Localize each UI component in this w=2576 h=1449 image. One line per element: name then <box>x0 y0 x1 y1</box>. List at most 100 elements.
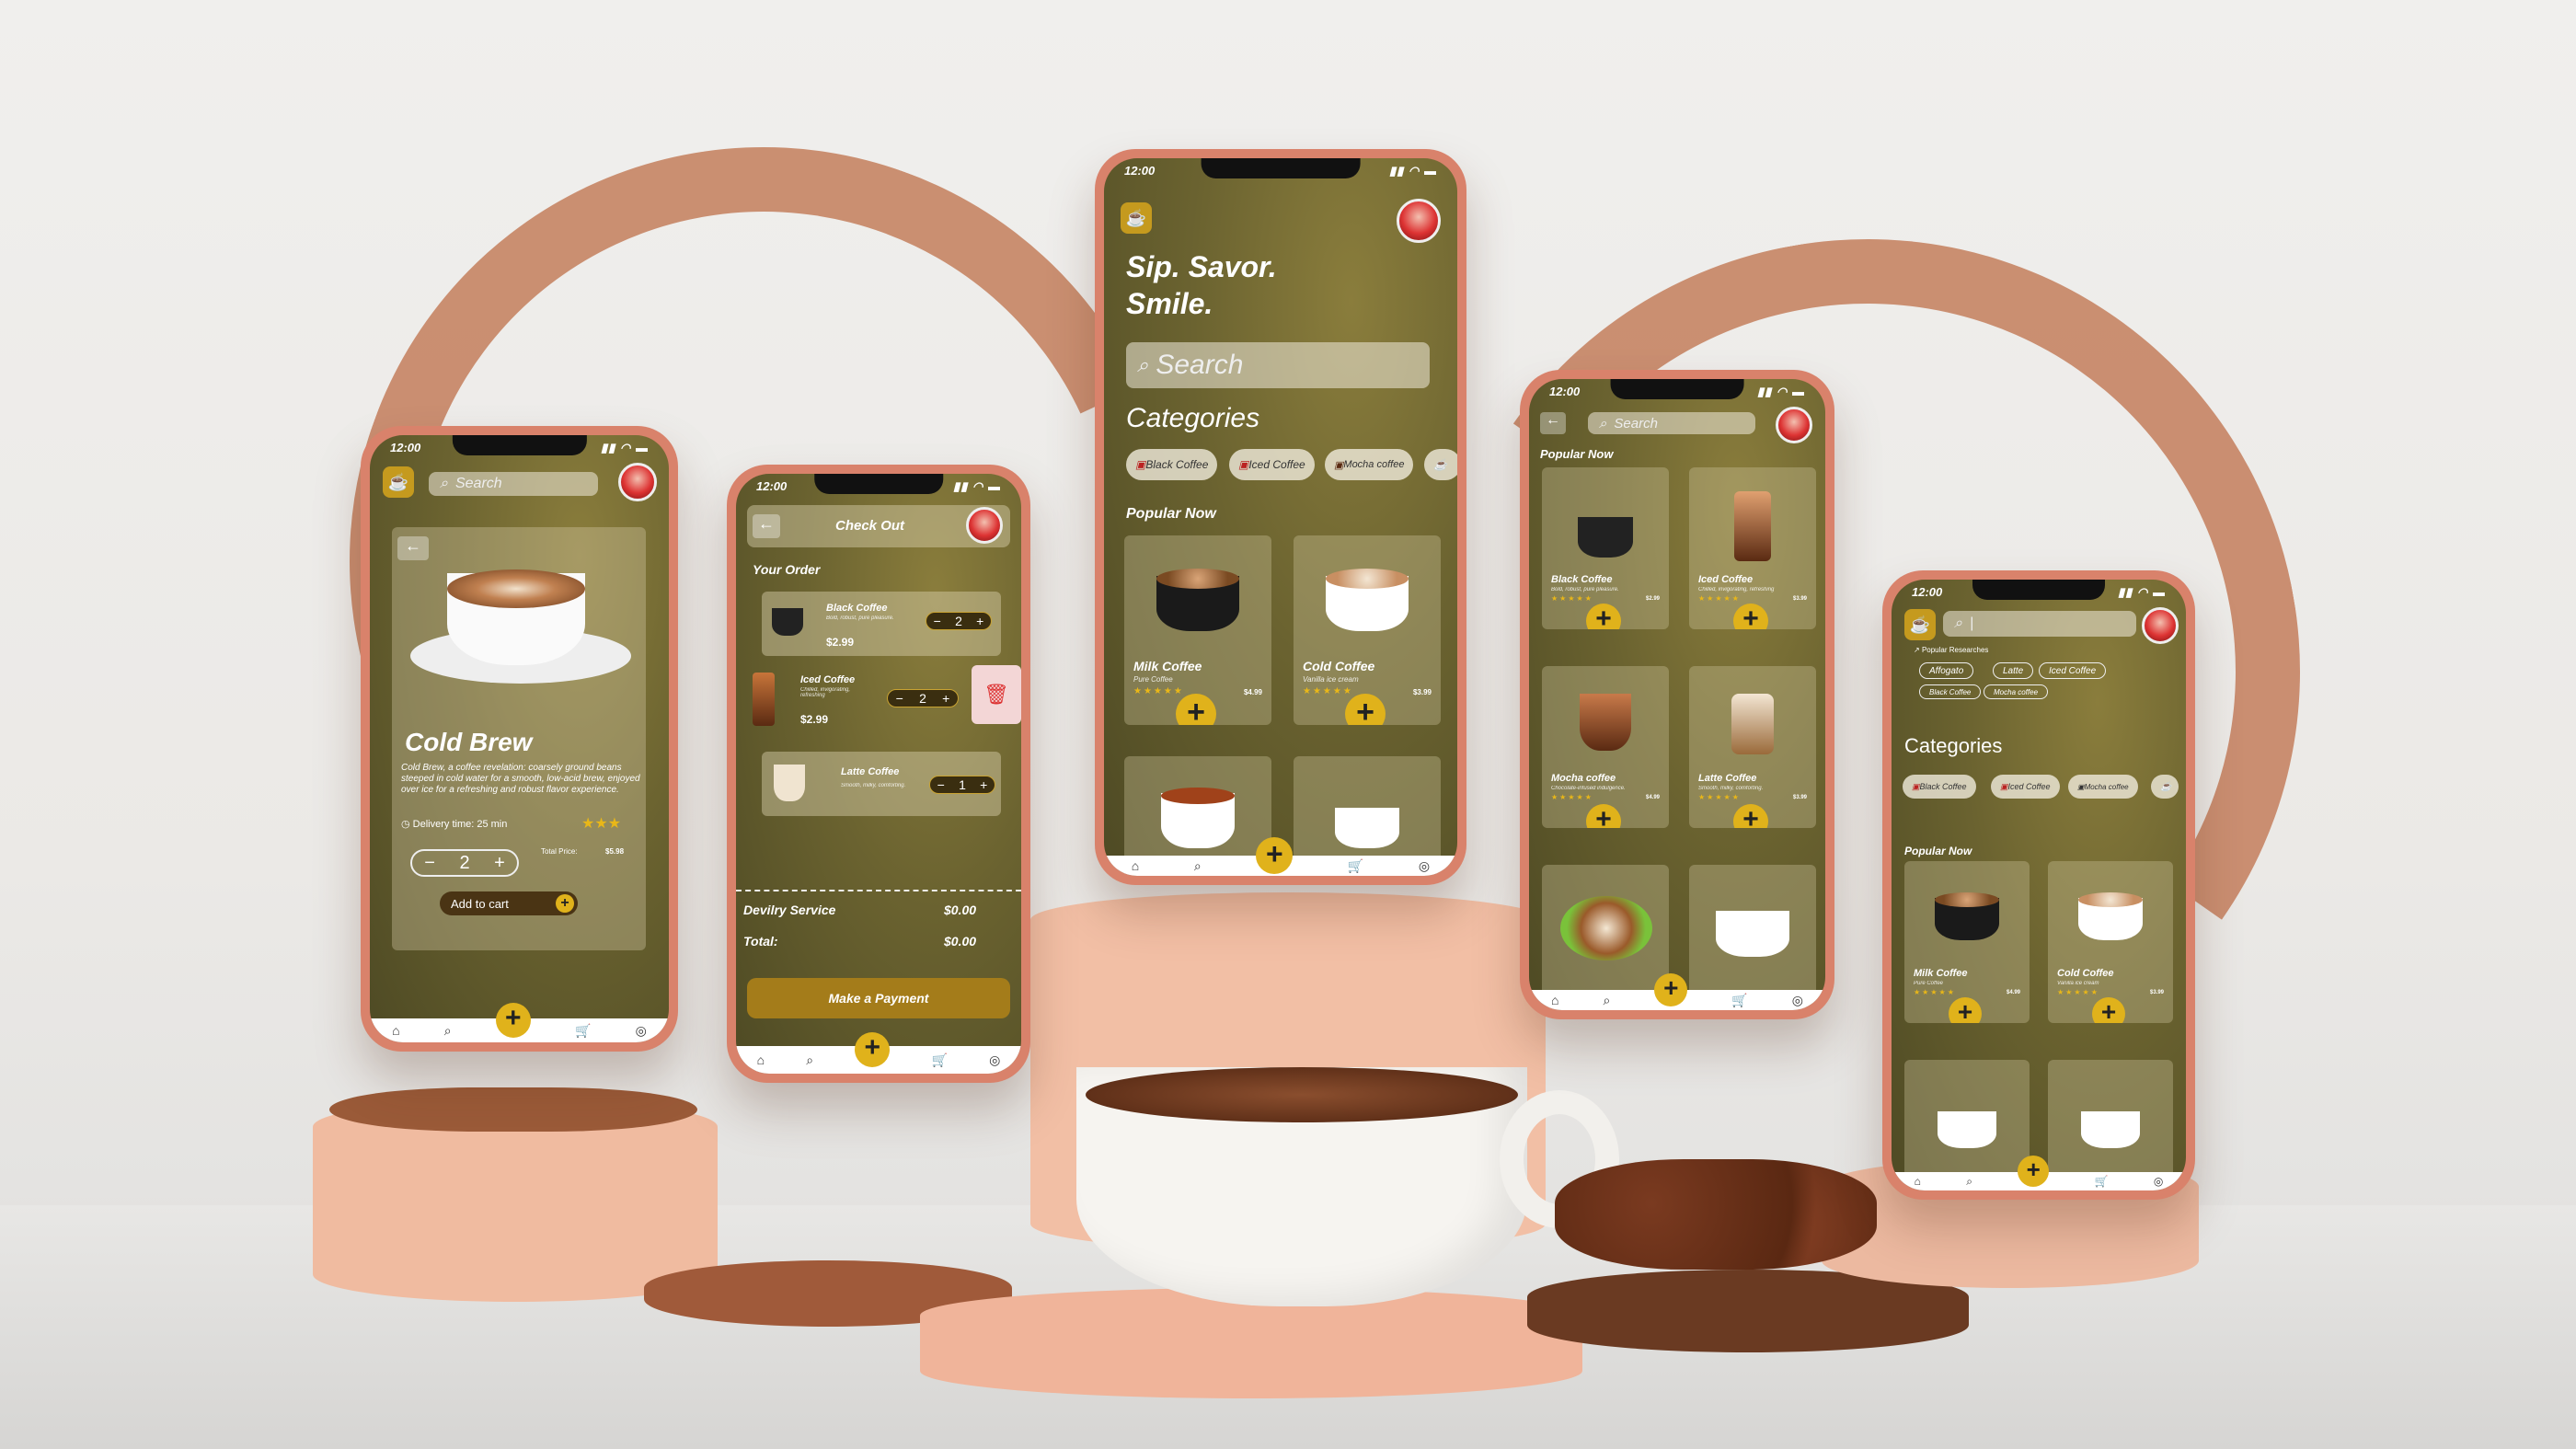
quantity-stepper[interactable]: − 2 + <box>410 849 519 877</box>
back-button[interactable]: ← <box>753 514 780 538</box>
avatar[interactable] <box>1397 199 1441 243</box>
product-card[interactable]: Milk Coffee Pure Coffee ★★★★★ $4.99 + <box>1904 861 2030 1023</box>
product-card[interactable]: Latte Coffee Smooth, milky, comforting. … <box>1689 666 1816 828</box>
profile-icon[interactable]: ◎ <box>989 1052 1000 1068</box>
search-icon[interactable]: ⌕ <box>806 1052 813 1068</box>
decrement-button[interactable]: − <box>896 691 903 706</box>
cart-icon[interactable]: 🛒 <box>1731 993 1747 1008</box>
cart-icon[interactable]: 🛒 <box>575 1023 591 1039</box>
product-card[interactable]: Mocha coffee Chocolate-infused indulgenc… <box>1542 666 1669 828</box>
search-tag[interactable]: Black Coffee <box>1919 684 1982 699</box>
make-payment-button[interactable]: Make a Payment <box>747 978 1010 1018</box>
categories-title: Categories <box>1126 403 1260 433</box>
search-input[interactable]: ⌕ Search <box>429 472 598 496</box>
category-chip-more[interactable]: ☕ <box>1424 449 1457 480</box>
delete-item-button[interactable]: 🗑 <box>972 665 1021 724</box>
category-chip[interactable]: ▣ Mocha coffee <box>2068 775 2138 799</box>
category-chip-more[interactable]: ☕ <box>2151 775 2179 799</box>
add-product-button[interactable]: + <box>2092 997 2125 1023</box>
popular-searches-title: ↗ Popular Researches <box>1914 646 1988 654</box>
category-chip[interactable]: ▣ Black Coffee <box>1126 449 1218 480</box>
product-card[interactable]: Black Coffee Bold, robust, pure pleasure… <box>1542 467 1669 629</box>
product-card[interactable] <box>1689 865 1816 1003</box>
add-product-button[interactable]: + <box>1586 604 1621 629</box>
avatar[interactable] <box>618 463 657 501</box>
cart-icon[interactable]: 🛒 <box>1348 858 1363 874</box>
home-icon[interactable]: ⌂ <box>1132 858 1139 873</box>
increment-button[interactable]: + <box>942 691 949 706</box>
phone-popular: 12:00 ▮▮ ◠ ▬ ← ⌕ Search Popular Now Black … <box>1520 370 1834 1019</box>
avatar[interactable] <box>1776 407 1812 443</box>
product-card[interactable]: Milk Coffee Pure Coffee ★★★★★ $4.99 + <box>1124 535 1271 725</box>
cookies-decor <box>1555 1159 1877 1270</box>
add-product-button[interactable]: + <box>1949 997 1982 1023</box>
home-icon[interactable]: ⌂ <box>1551 993 1558 1007</box>
add-product-button[interactable]: + <box>1733 804 1768 828</box>
add-product-button[interactable]: + <box>1586 804 1621 828</box>
profile-icon[interactable]: ◎ <box>1792 993 1803 1008</box>
increment-button[interactable]: + <box>494 853 505 874</box>
product-card[interactable] <box>2048 1060 2173 1189</box>
add-product-button[interactable]: + <box>1176 694 1216 725</box>
category-chip[interactable]: ▣ Mocha coffee <box>1325 449 1414 480</box>
profile-icon[interactable]: ◎ <box>636 1023 647 1039</box>
decrement-button[interactable]: − <box>937 777 945 792</box>
order-item-desc: Smooth, milky, comforting. <box>841 783 906 788</box>
add-icon[interactable]: + <box>1654 973 1688 1006</box>
search-tag[interactable]: Latte <box>1993 662 2034 679</box>
product-detail-card: ← Cold Brew Cold Brew, a coffee revelati… <box>392 527 646 950</box>
avatar[interactable] <box>2142 607 2179 644</box>
add-icon[interactable]: + <box>495 1003 531 1038</box>
product-desc: Vanilla ice cream <box>1303 675 1359 684</box>
product-card[interactable] <box>1294 756 1441 867</box>
avatar[interactable] <box>966 507 1003 544</box>
cart-icon[interactable]: 🛒 <box>2095 1175 2109 1188</box>
search-icon[interactable]: ⌕ <box>1194 858 1202 874</box>
increment-button[interactable]: + <box>980 777 987 792</box>
add-product-button[interactable]: + <box>1733 604 1768 629</box>
cart-icon[interactable]: 🛒 <box>932 1052 948 1068</box>
home-icon[interactable]: ⌂ <box>1915 1175 1921 1188</box>
home-icon[interactable]: ⌂ <box>757 1052 765 1067</box>
order-item-stepper[interactable]: −2 + <box>887 689 959 707</box>
search-icon[interactable]: ⌕ <box>1603 993 1610 1008</box>
order-item-stepper[interactable]: −1 + <box>929 776 995 794</box>
back-button[interactable]: ← <box>1540 412 1566 434</box>
product-card[interactable] <box>1124 756 1271 867</box>
search-tag[interactable]: Mocha coffee <box>1984 684 2049 699</box>
category-chip[interactable]: ▣ Iced Coffee <box>1229 449 1315 480</box>
add-icon[interactable]: + <box>855 1032 891 1067</box>
search-input[interactable]: ⌕ | <box>1943 611 2136 637</box>
search-placeholder: Search <box>454 476 502 491</box>
profile-icon[interactable]: ◎ <box>2154 1175 2163 1188</box>
order-item-stepper[interactable]: −2 + <box>926 612 992 630</box>
status-time: 12:00 <box>1912 585 1943 599</box>
order-item-name: Latte Coffee <box>841 766 900 777</box>
search-input[interactable]: ⌕ Search <box>1588 412 1755 434</box>
category-chip[interactable]: ▣ Iced Coffee <box>1991 775 2060 799</box>
product-card[interactable]: Iced Coffee Chilled, invigorating, refre… <box>1689 467 1816 629</box>
product-card[interactable]: Cold Coffee Vanilla ice cream ★★★★★ $3.9… <box>1294 535 1441 725</box>
search-tag[interactable]: Iced Coffee <box>2039 662 2107 679</box>
search-tag[interactable]: Affogato <box>1919 662 1974 679</box>
decrement-button[interactable]: − <box>934 614 941 628</box>
product-card[interactable] <box>1904 1060 2030 1189</box>
product-name: Mocha coffee <box>1551 773 1616 784</box>
search-icon[interactable]: ⌕ <box>1966 1175 1972 1189</box>
increment-button[interactable]: + <box>976 614 983 628</box>
profile-icon[interactable]: ◎ <box>1419 858 1430 874</box>
add-product-button[interactable]: + <box>1345 694 1386 725</box>
rating-stars: ★★★ <box>581 816 622 832</box>
decrement-button[interactable]: − <box>424 853 435 874</box>
search-icon[interactable]: ⌕ <box>444 1023 452 1039</box>
add-icon[interactable]: + <box>2018 1156 2050 1187</box>
search-input[interactable]: ⌕ Search <box>1126 342 1430 388</box>
add-to-cart-button[interactable]: Add to cart + <box>440 891 578 915</box>
product-card[interactable]: Cold Coffee Vanilla ice cream ★★★★★ $3.9… <box>2048 861 2173 1023</box>
add-icon[interactable]: + <box>1256 837 1294 874</box>
home-icon[interactable]: ⌂ <box>392 1023 399 1038</box>
status-bar: 12:00 ▮▮ ◠ ▬ <box>390 441 649 455</box>
product-card[interactable] <box>1542 865 1669 1003</box>
category-chip[interactable]: ▣ Black Coffee <box>1903 775 1976 799</box>
phone-checkout: 12:00 ▮▮ ◠ ▬ ← Check Out Your Order Black… <box>727 465 1030 1083</box>
